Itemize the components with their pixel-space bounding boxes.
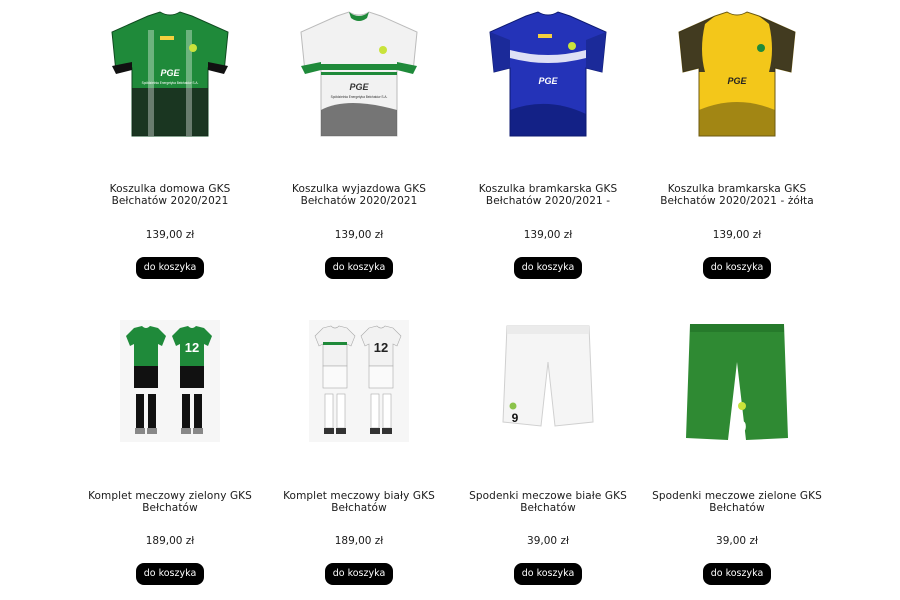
sponsor-logo-text: PGE [538, 76, 558, 86]
product-price: 139,00 zł [145, 229, 195, 241]
add-to-cart-button[interactable]: do koszyka [325, 257, 393, 279]
product-title[interactable]: Komplet meczowy zielony GKS Bełchatów [85, 490, 255, 514]
home-jersey-image[interactable]: PGE Spółdzielnia Energetyka Bełchatów S.… [108, 10, 232, 140]
product-title[interactable]: Koszulka bramkarska GKS Bełchatów 2020/2… [463, 183, 633, 207]
add-to-cart-button[interactable]: do koszyka [703, 257, 771, 279]
product-price: 189,00 zł [145, 535, 195, 547]
product-price: 139,00 zł [334, 229, 384, 241]
goalkeeper-jersey-yellow-image[interactable]: PGE [675, 10, 799, 140]
add-to-cart-button[interactable]: do koszyka [514, 563, 582, 585]
product-title[interactable]: Koszulka wyjazdowa GKS Bełchatów 2020/20… [274, 183, 444, 207]
product-price: 189,00 zł [334, 535, 384, 547]
product-title[interactable]: Koszulka domowa GKS Bełchatów 2020/2021 [85, 183, 255, 207]
shorts-number: 9 [512, 411, 519, 425]
add-to-cart-button[interactable]: do koszyka [514, 257, 582, 279]
product-title[interactable]: Koszulka bramkarska GKS Bełchatów 2020/2… [652, 183, 822, 207]
product-title[interactable]: Spodenki meczowe zielone GKS Bełchatów [652, 490, 822, 514]
add-to-cart-button[interactable]: do koszyka [325, 563, 393, 585]
green-shorts-image[interactable]: 9 [682, 322, 792, 442]
add-to-cart-button[interactable]: do koszyka [136, 563, 204, 585]
product-price: 39,00 zł [527, 535, 569, 547]
white-kit-image[interactable]: 12 [309, 320, 409, 442]
sponsor-subtitle: Spółdzielnia Energetyka Bełchatów S.A. [331, 95, 388, 99]
product-title[interactable]: Spodenki meczowe białe GKS Bełchatów [463, 490, 633, 514]
white-shorts-image[interactable]: 9 [493, 322, 603, 440]
sponsor-logo-text: PGE [160, 68, 180, 78]
sponsor-logo-text: PGE [727, 76, 747, 86]
add-to-cart-button[interactable]: do koszyka [136, 257, 204, 279]
green-kit-image[interactable]: 12 [120, 320, 220, 442]
shirt-number: 12 [185, 340, 199, 355]
product-price: 139,00 zł [712, 229, 762, 241]
add-to-cart-button[interactable]: do koszyka [703, 563, 771, 585]
shorts-number: 9 [738, 419, 747, 436]
sponsor-subtitle: Spółdzielnia Energetyka Bełchatów S.A. [142, 81, 199, 85]
shirt-number: 12 [374, 340, 388, 355]
away-jersey-image[interactable]: PGE Spółdzielnia Energetyka Bełchatów S.… [297, 10, 421, 140]
product-price: 39,00 zł [716, 535, 758, 547]
goalkeeper-jersey-blue-image[interactable]: PGE [486, 10, 610, 140]
sponsor-logo-text: PGE [349, 82, 369, 92]
product-title[interactable]: Komplet meczowy biały GKS Bełchatów [274, 490, 444, 514]
product-price: 139,00 zł [523, 229, 573, 241]
